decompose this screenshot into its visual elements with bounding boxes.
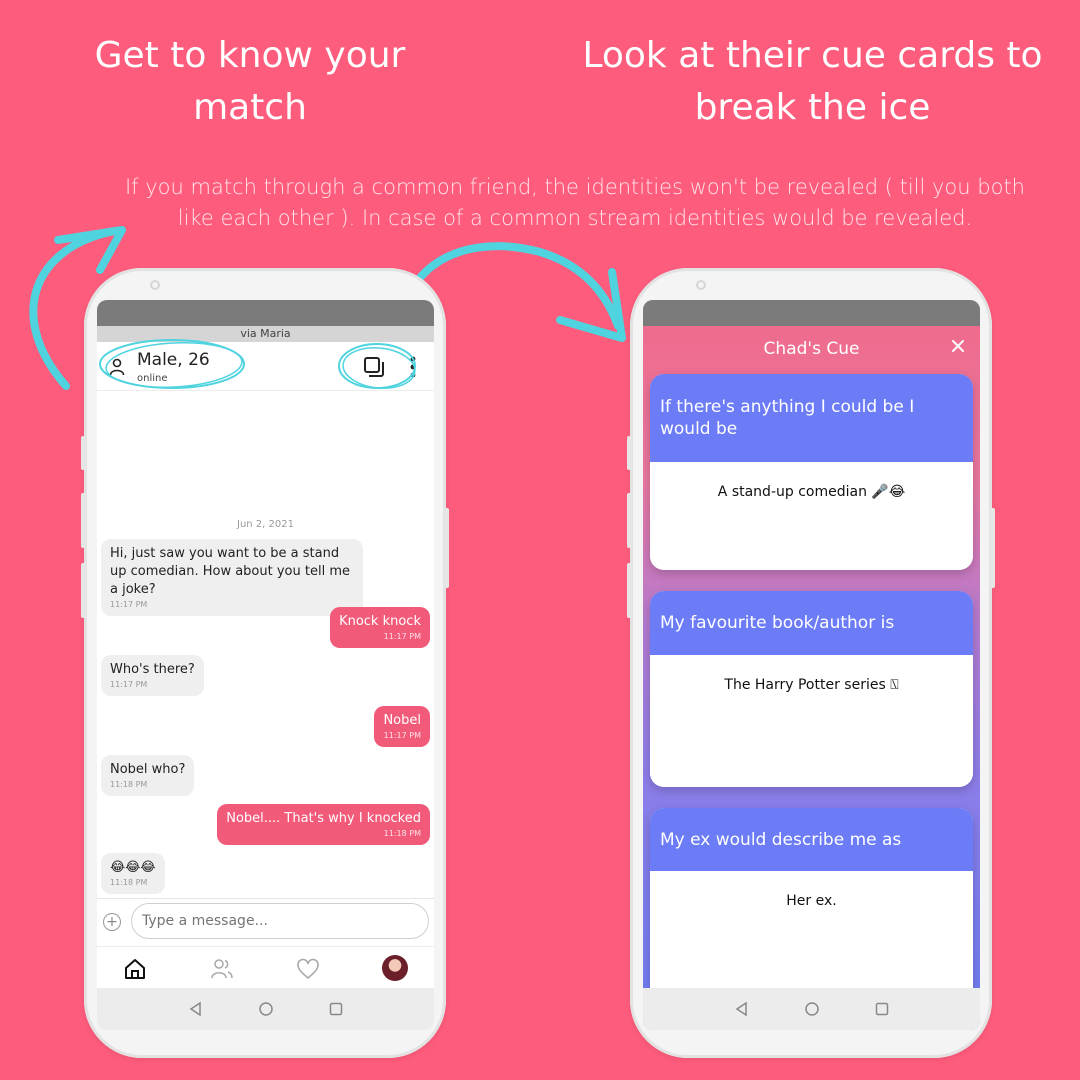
curved-arrow-right-head xyxy=(556,268,626,342)
phone-side-button xyxy=(81,563,86,618)
message-time: 11:18 PM xyxy=(110,878,148,887)
cue-cards-icon[interactable] xyxy=(363,356,385,378)
message-list[interactable]: Jun 2, 2021 Hi, just saw you want to be … xyxy=(97,391,434,896)
message-incoming[interactable]: Nobel who? 11:18 PM xyxy=(101,755,195,796)
chat-header: Male, 26 online xyxy=(97,339,434,391)
identity-note: If you match through a common friend, th… xyxy=(124,175,1025,230)
message-time: 11:17 PM xyxy=(110,680,148,689)
date-separator: Jun 2, 2021 xyxy=(237,519,294,530)
message-text: Who's there? xyxy=(110,662,195,677)
cue-screen: Chad's Cue If there's anything I could b… xyxy=(643,300,980,1030)
chat-screen: via Maria Male, 26 online Jun 2, 2021 Hi… xyxy=(97,300,434,1030)
curved-arrow-left-head xyxy=(54,226,126,274)
cue-question: My ex would describe me as xyxy=(650,808,973,871)
cue-title: Chad's Cue xyxy=(763,339,860,359)
cue-card[interactable]: My favourite book/author is The Harry Po… xyxy=(650,591,973,787)
message-outgoing[interactable]: Knock knock 11:17 PM xyxy=(330,607,430,648)
phone-chat: via Maria Male, 26 online Jun 2, 2021 Hi… xyxy=(81,268,449,1058)
message-time: 11:17 PM xyxy=(110,600,148,609)
close-icon[interactable] xyxy=(950,338,966,354)
message-text: Nobel.... That's why I knocked xyxy=(226,811,421,826)
match-title[interactable]: Male, 26 xyxy=(137,350,210,370)
add-attachment-icon[interactable]: + xyxy=(103,913,121,931)
home-icon[interactable] xyxy=(123,957,147,981)
phone-side-button xyxy=(627,563,632,618)
phone-cue-cards: Chad's Cue If there's anything I could b… xyxy=(627,268,995,1058)
headline-left: Get to know your match xyxy=(94,35,406,128)
camera-dot xyxy=(150,280,160,290)
message-composer: + xyxy=(97,898,434,947)
user-icon xyxy=(109,358,125,376)
camera-dot xyxy=(696,280,706,290)
heart-icon[interactable] xyxy=(296,957,320,981)
message-incoming[interactable]: 😂😂😂 11:18 PM xyxy=(101,853,165,894)
system-nav-bar xyxy=(97,988,434,1030)
cue-answer: A stand-up comedian 🎤😂 xyxy=(650,462,973,570)
phone-side-button xyxy=(81,493,86,548)
status-bar xyxy=(97,300,434,326)
phone-side-button xyxy=(627,493,632,548)
recents-icon[interactable] xyxy=(873,1000,891,1018)
bottom-nav xyxy=(97,946,434,989)
online-status: online xyxy=(137,373,168,384)
profile-avatar[interactable] xyxy=(382,955,408,981)
more-menu-icon[interactable] xyxy=(409,356,417,378)
message-text: Nobel xyxy=(383,713,421,728)
recents-icon[interactable] xyxy=(327,1000,345,1018)
message-text: 😂😂😂 xyxy=(110,860,156,875)
message-time: 11:17 PM xyxy=(383,731,421,740)
phone-side-button xyxy=(81,436,86,470)
message-incoming[interactable]: Who's there? 11:17 PM xyxy=(101,655,204,696)
phone-side-button xyxy=(444,508,449,588)
message-text: Hi, just saw you want to be a stand up c… xyxy=(110,546,350,597)
message-incoming[interactable]: Hi, just saw you want to be a stand up c… xyxy=(101,539,363,616)
cue-question: My favourite book/author is xyxy=(650,591,973,655)
phone-side-button xyxy=(627,436,632,470)
cue-card[interactable]: My ex would describe me as Her ex. xyxy=(650,808,973,1008)
message-text: Knock knock xyxy=(339,614,421,629)
cue-question: If there's anything I could be I would b… xyxy=(650,374,973,462)
message-time: 11:18 PM xyxy=(383,829,421,838)
back-icon[interactable] xyxy=(187,1000,205,1018)
home-circle-icon[interactable] xyxy=(257,1000,275,1018)
message-time: 11:18 PM xyxy=(110,780,148,789)
via-label: via Maria xyxy=(97,326,434,342)
home-circle-icon[interactable] xyxy=(803,1000,821,1018)
message-input[interactable] xyxy=(131,903,429,939)
cue-answer: The Harry Potter series ⍂ xyxy=(650,655,973,787)
message-outgoing[interactable]: Nobel 11:17 PM xyxy=(374,706,430,747)
message-text: Nobel who? xyxy=(110,762,186,777)
headline-right: Look at their cue cards to break the ice xyxy=(582,35,1043,128)
message-time: 11:17 PM xyxy=(383,632,421,641)
phone-side-button xyxy=(990,508,995,588)
message-outgoing[interactable]: Nobel.... That's why I knocked 11:18 PM xyxy=(217,804,430,845)
system-nav-bar xyxy=(643,988,980,1030)
status-bar xyxy=(643,300,980,326)
back-icon[interactable] xyxy=(733,1000,751,1018)
friends-icon[interactable] xyxy=(210,957,234,981)
cue-card[interactable]: If there's anything I could be I would b… xyxy=(650,374,973,570)
